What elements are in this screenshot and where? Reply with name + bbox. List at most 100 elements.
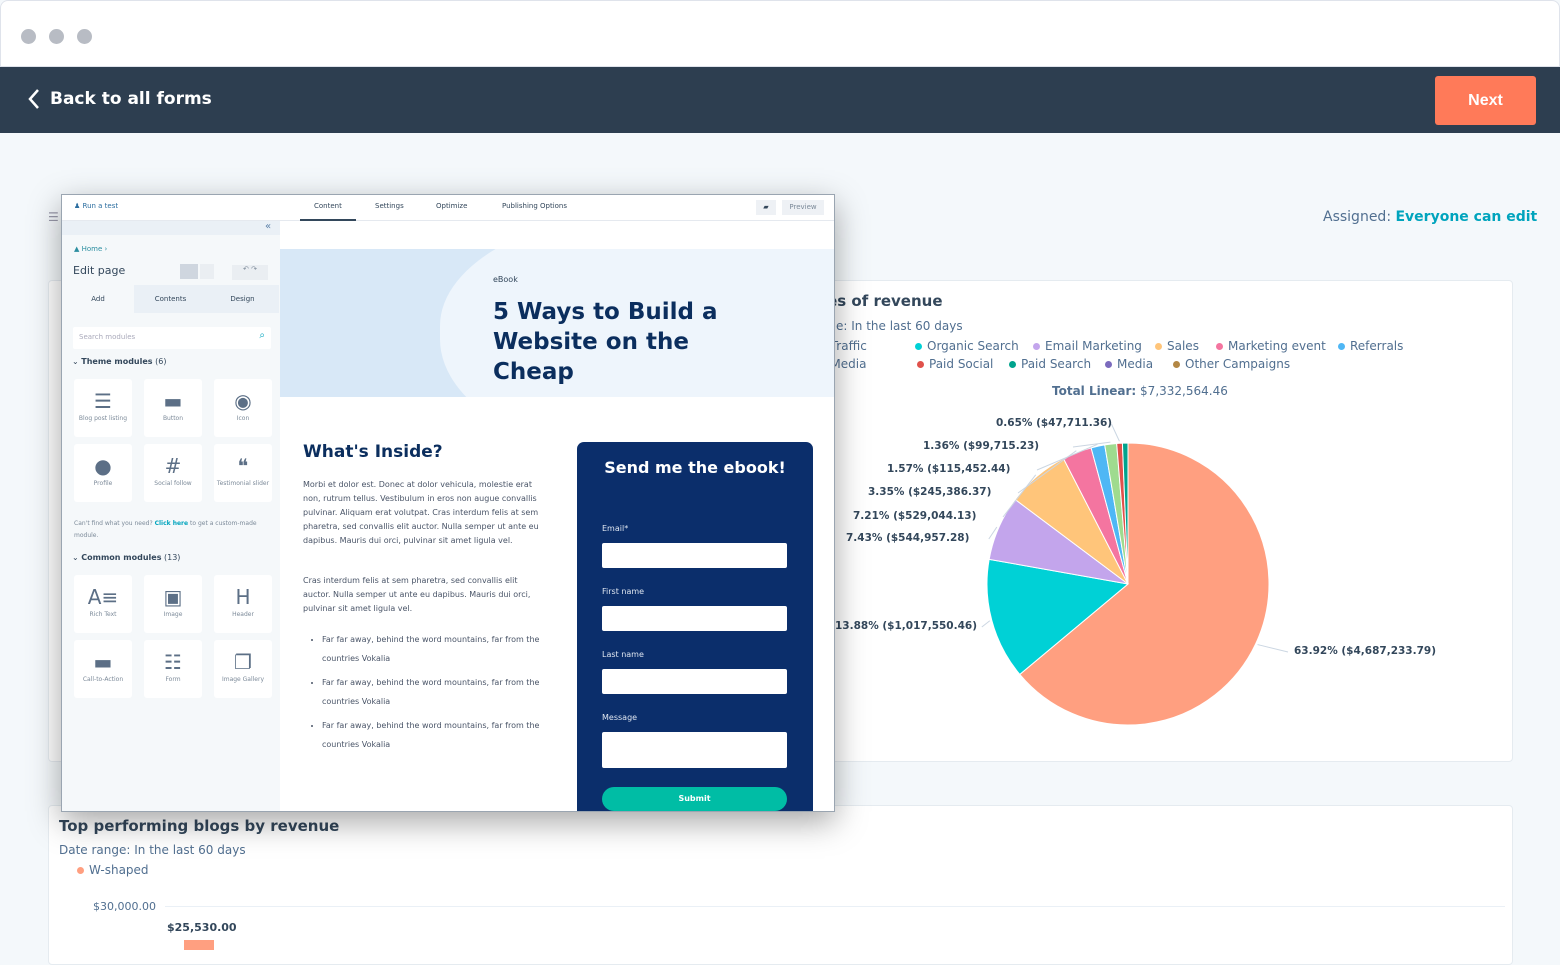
legend-label: Sales — [1167, 339, 1199, 353]
module-label: Rich Text — [89, 611, 117, 618]
collapse-icon[interactable]: « — [265, 221, 271, 232]
legend-dot — [915, 342, 922, 350]
legend-item: Referrals — [1338, 339, 1403, 353]
gridline — [165, 906, 1505, 907]
email-field[interactable] — [602, 543, 787, 568]
pie-data-label: 1.36% ($99,715.23) — [923, 440, 1040, 452]
panel-tab-add[interactable]: Add — [62, 285, 134, 313]
module-label: Testimonial slider — [216, 480, 270, 487]
module-tile[interactable]: ▬ Button — [144, 379, 202, 437]
leader-line — [1110, 423, 1120, 442]
theme-count: (6) — [155, 357, 167, 366]
legend-label: Referrals — [1350, 339, 1404, 353]
module-tile[interactable]: ☰ Blog post listing — [74, 379, 132, 437]
next-button[interactable]: Next — [1435, 76, 1536, 125]
menu-icon[interactable]: ☰ — [48, 210, 59, 224]
module-label: Social follow — [154, 480, 192, 487]
window-maximize-dot[interactable] — [77, 29, 92, 44]
person-icon: ● — [94, 454, 112, 478]
legend-dot — [1173, 360, 1180, 368]
legend-dot — [1338, 342, 1345, 350]
window-close-dot[interactable] — [21, 29, 36, 44]
common-count: (13) — [164, 553, 181, 562]
comment-icon[interactable]: ▰ — [756, 200, 776, 215]
legend-label: Organic Search — [927, 339, 1019, 353]
message-label: Message — [602, 713, 638, 722]
module-tile[interactable]: ❝ Testimonial slider — [214, 444, 272, 502]
edit-page-title: Edit page — [73, 264, 126, 277]
legend-item: Email Marketing — [1033, 339, 1142, 353]
module-tile[interactable]: ❐ Image Gallery — [214, 640, 272, 698]
legend-item: Sales — [1155, 339, 1199, 353]
pie-data-label: 7.21% ($529,044.13) — [853, 510, 977, 522]
run-test-link[interactable]: ♟ Run a test — [74, 202, 118, 210]
desktop-view-icon[interactable] — [180, 264, 198, 279]
legend-item: Paid Social — [917, 357, 993, 371]
bullet-item: Far far away, behind the word mountains,… — [322, 630, 542, 668]
back-label: Back to all forms — [50, 89, 212, 109]
search-placeholder: Search modules — [79, 333, 136, 341]
window-minimize-dot[interactable] — [49, 29, 64, 44]
pie-data-label: 1.57% ($115,452.44) — [887, 463, 1011, 475]
preview-button[interactable]: Preview — [782, 200, 824, 215]
back-to-forms-link[interactable]: Back to all forms — [28, 88, 212, 110]
first-name-field[interactable] — [602, 606, 787, 631]
legend-label: Email Marketing — [1045, 339, 1142, 353]
tab-settings[interactable]: Settings — [361, 195, 418, 221]
module-tile[interactable]: ☷ Form — [144, 640, 202, 698]
module-tile[interactable]: ▬ Call-to-Action — [74, 640, 132, 698]
bar — [184, 940, 214, 950]
module-label: Button — [162, 415, 184, 422]
legend-item: Other Campaigns — [1173, 357, 1290, 371]
assigned-value[interactable]: Everyone can edit — [1395, 209, 1537, 225]
assigned-label: Assigned: — [1323, 209, 1392, 225]
blogs-date-range: Date range: In the last 60 days — [59, 843, 246, 857]
top-bar — [0, 67, 1560, 133]
search-modules-input[interactable]: Search modules ⌕ — [73, 327, 271, 349]
panel-tab-design[interactable]: Design — [206, 285, 279, 313]
body-paragraph: Morbi et dolor est. Donec at dolor vehic… — [303, 480, 539, 545]
ebook-form: Send me the ebook! Email* First name Las… — [577, 442, 813, 811]
tab-optimize[interactable]: Optimize — [422, 195, 481, 221]
bar-data-label: $25,530.00 — [167, 921, 237, 934]
legend-dot — [917, 360, 924, 368]
message-field[interactable] — [602, 732, 787, 768]
panel-header — [62, 221, 280, 235]
legend-dot — [1009, 360, 1016, 368]
email-label: Email* — [602, 524, 629, 533]
help-question: Can't find what you need? — [74, 520, 153, 527]
module-tile[interactable]: ◉ Icon — [214, 379, 272, 437]
module-label: Image — [163, 611, 183, 618]
panel-tab-contents[interactable]: Contents — [134, 285, 207, 313]
legend-label: Media — [1117, 357, 1154, 371]
theme-modules-header[interactable]: ⌄ Theme modules (6) — [72, 357, 166, 366]
legend-item: Organic Search — [915, 339, 1019, 353]
help-link[interactable]: Click here — [155, 520, 189, 527]
module-label: Call-to-Action — [82, 676, 124, 683]
legend-dot — [1033, 342, 1040, 350]
hashtag-icon: # — [164, 454, 182, 478]
module-tile[interactable]: ● Profile — [74, 444, 132, 502]
module-tile[interactable]: # Social follow — [144, 444, 202, 502]
module-tile[interactable]: ▣ Image — [144, 575, 202, 633]
tab-content[interactable]: Content — [300, 195, 356, 221]
submit-button[interactable]: Submit — [602, 787, 787, 811]
tab-publishing-options[interactable]: Publishing Options — [488, 195, 581, 221]
module-tile[interactable]: H Header — [214, 575, 272, 633]
y-tick: $30,000.00 — [93, 900, 156, 913]
last-name-field[interactable] — [602, 669, 787, 694]
quote-icon: ❝ — [237, 454, 249, 478]
assigned-info: Assigned: Everyone can edit — [1323, 209, 1537, 225]
common-modules-header[interactable]: ⌄ Common modules (13) — [72, 553, 180, 562]
legend-label: W-shaped — [89, 863, 149, 877]
undo-redo-buttons[interactable]: ↶ ↷ — [232, 265, 268, 280]
module-label: Profile — [93, 480, 113, 487]
breadcrumb[interactable]: ▲ Home › — [74, 245, 107, 253]
mobile-view-icon[interactable] — [200, 264, 214, 279]
form-icon: ☷ — [164, 650, 182, 674]
module-label: Header — [232, 611, 254, 618]
first-name-label: First name — [602, 587, 645, 596]
module-tile[interactable]: A≡ Rich Text — [74, 575, 132, 633]
pie-data-label: 3.35% ($245,386.37) — [868, 486, 992, 498]
form-title: Send me the ebook! — [604, 458, 786, 477]
